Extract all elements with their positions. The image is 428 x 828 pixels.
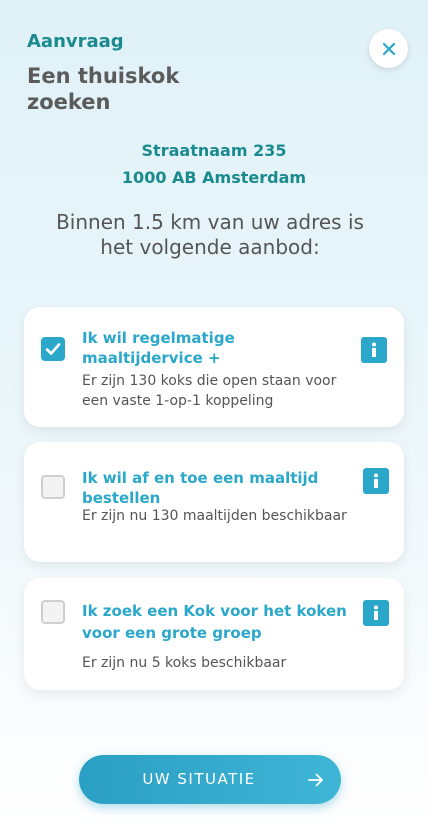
option-title: Ik wil af en toe een maaltijd bestellen bbox=[82, 469, 319, 507]
arrow-right-icon bbox=[308, 773, 323, 787]
option-card-large-group[interactable]: Ik zoek een Kok voor het koken voor een … bbox=[24, 578, 404, 690]
address-street: Straatnaam 235 bbox=[141, 141, 287, 160]
info-icon bbox=[372, 342, 376, 357]
close-icon bbox=[382, 42, 395, 55]
cta-label: UW SITUATIE bbox=[142, 770, 256, 788]
info-button[interactable] bbox=[361, 337, 387, 363]
checkmark-icon bbox=[45, 343, 61, 355]
option-checkbox[interactable] bbox=[41, 337, 65, 361]
option-title: Ik wil regelmatige maaltijdervice + bbox=[82, 329, 235, 367]
option-checkbox[interactable] bbox=[41, 600, 65, 624]
option-checkbox[interactable] bbox=[41, 475, 65, 499]
info-button[interactable] bbox=[363, 468, 389, 494]
option-description: Er zijn 130 koks die open staan voor een… bbox=[82, 373, 337, 409]
option-title: Ik zoek een Kok voor het koken voor een … bbox=[82, 602, 347, 642]
info-icon bbox=[374, 605, 378, 620]
option-card-regular-service[interactable]: Ik wil regelmatige maaltijdervice + Er z… bbox=[24, 307, 404, 427]
your-situation-button[interactable]: UW SITUATIE bbox=[79, 755, 341, 804]
intro-text: Binnen 1.5 km van uw adres is het volgen… bbox=[56, 210, 364, 259]
info-button[interactable] bbox=[363, 600, 389, 626]
address-city: 1000 AB Amsterdam bbox=[121, 168, 307, 187]
close-button[interactable] bbox=[369, 29, 408, 68]
info-icon bbox=[374, 473, 378, 488]
option-description: Er zijn nu 5 koks beschikbaar bbox=[82, 655, 287, 671]
header-label: Aanvraag bbox=[27, 31, 124, 52]
page-title: Een thuiskok zoeken bbox=[27, 64, 180, 114]
option-description: Er zijn nu 130 maaltijden beschikbaar bbox=[82, 508, 347, 524]
option-card-occasional-meal[interactable]: Ik wil af en toe een maaltijd bestellen … bbox=[24, 442, 404, 562]
